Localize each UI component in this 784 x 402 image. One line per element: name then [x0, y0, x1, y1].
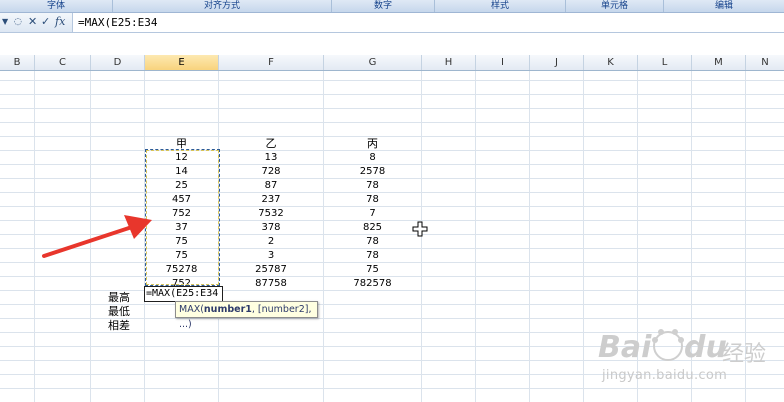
- header-bing[interactable]: 丙: [324, 137, 421, 150]
- column-header-f[interactable]: F: [219, 55, 324, 70]
- column-header-d[interactable]: D: [91, 55, 145, 70]
- table-cell[interactable]: 3: [219, 249, 323, 262]
- tooltip-function-name: MAX(: [179, 304, 204, 315]
- sheet-top-area: [0, 33, 784, 56]
- table-cell[interactable]: 782578: [324, 277, 421, 290]
- column-header-m[interactable]: M: [692, 55, 746, 70]
- header-yi[interactable]: 乙: [219, 137, 323, 150]
- table-cell[interactable]: 25787: [219, 263, 323, 276]
- ribbon-group-labels: 字体 对齐方式 数字 样式 单元格 编辑: [0, 0, 784, 13]
- label-max[interactable]: 最高: [108, 291, 130, 304]
- table-cell[interactable]: 87758: [219, 277, 323, 290]
- table-cell[interactable]: 78: [324, 179, 421, 192]
- label-diff[interactable]: 相差: [108, 319, 130, 332]
- insert-function-icon[interactable]: fx: [55, 15, 65, 29]
- column-header-c[interactable]: C: [35, 55, 91, 70]
- table-cell[interactable]: 825: [324, 221, 421, 234]
- watermark-brand2: du: [684, 330, 727, 365]
- column-headers: B C D E F G H I J K L M N: [0, 55, 784, 71]
- function-tooltip[interactable]: MAX(number1, [number2], ...): [175, 301, 318, 330]
- table-cell[interactable]: 2: [219, 235, 323, 248]
- column-header-e[interactable]: E: [145, 55, 219, 70]
- formula-input[interactable]: =MAX(E25:E34: [78, 15, 157, 30]
- watermark-cn: 经验: [722, 342, 767, 367]
- ribbon-group-number[interactable]: 数字: [332, 0, 435, 12]
- table-cell[interactable]: 87: [219, 179, 323, 192]
- expand-handle-icon[interactable]: ◌: [14, 15, 22, 29]
- baidu-watermark: Bai du 经验 jingyan.baidu.com: [598, 318, 778, 398]
- table-cell[interactable]: 8: [324, 151, 421, 164]
- cell-cursor-icon: [412, 221, 428, 237]
- column-header-k[interactable]: K: [584, 55, 638, 70]
- table-cell[interactable]: 13: [219, 151, 323, 164]
- table-cell[interactable]: 78: [324, 193, 421, 206]
- column-header-l[interactable]: L: [638, 55, 692, 70]
- tooltip-arg-current: number1: [203, 304, 252, 315]
- column-header-g[interactable]: G: [324, 55, 422, 70]
- ribbon-group-font[interactable]: 字体: [0, 0, 113, 12]
- ribbon-group-editing[interactable]: 编辑: [664, 0, 784, 12]
- table-cell[interactable]: 728: [219, 165, 323, 178]
- annotation-arrow: [42, 215, 152, 258]
- name-box-dropdown-icon[interactable]: ▼: [2, 15, 8, 29]
- table-cell[interactable]: 7532: [219, 207, 323, 220]
- ribbon-group-styles[interactable]: 样式: [435, 0, 566, 12]
- table-cell[interactable]: 7: [324, 207, 421, 220]
- column-header-i[interactable]: I: [476, 55, 530, 70]
- ribbon-group-cells[interactable]: 单元格: [566, 0, 664, 12]
- label-min[interactable]: 最低: [108, 305, 130, 318]
- ribbon-group-alignment[interactable]: 对齐方式: [113, 0, 332, 12]
- watermark-brand: Bai: [598, 330, 652, 365]
- formula-bar: ▼ ◌ ✕ ✓ fx =MAX(E25:E34: [0, 13, 784, 33]
- table-cell[interactable]: 237: [219, 193, 323, 206]
- cancel-icon[interactable]: ✕: [28, 15, 37, 29]
- table-cell[interactable]: 2578: [324, 165, 421, 178]
- column-header-b[interactable]: B: [0, 55, 35, 70]
- table-cell[interactable]: 75: [324, 263, 421, 276]
- watermark-url: jingyan.baidu.com: [602, 368, 728, 383]
- column-header-j[interactable]: J: [530, 55, 584, 70]
- column-header-n[interactable]: N: [746, 55, 784, 70]
- table-cell[interactable]: 78: [324, 235, 421, 248]
- table-cell[interactable]: 78: [324, 249, 421, 262]
- column-header-h[interactable]: H: [422, 55, 476, 70]
- enter-icon[interactable]: ✓: [41, 15, 50, 29]
- table-cell[interactable]: 378: [219, 221, 323, 234]
- formula-bar-controls: ▼ ◌ ✕ ✓ fx: [0, 13, 73, 32]
- active-cell-editor[interactable]: =MAX(E25:E34: [144, 286, 223, 302]
